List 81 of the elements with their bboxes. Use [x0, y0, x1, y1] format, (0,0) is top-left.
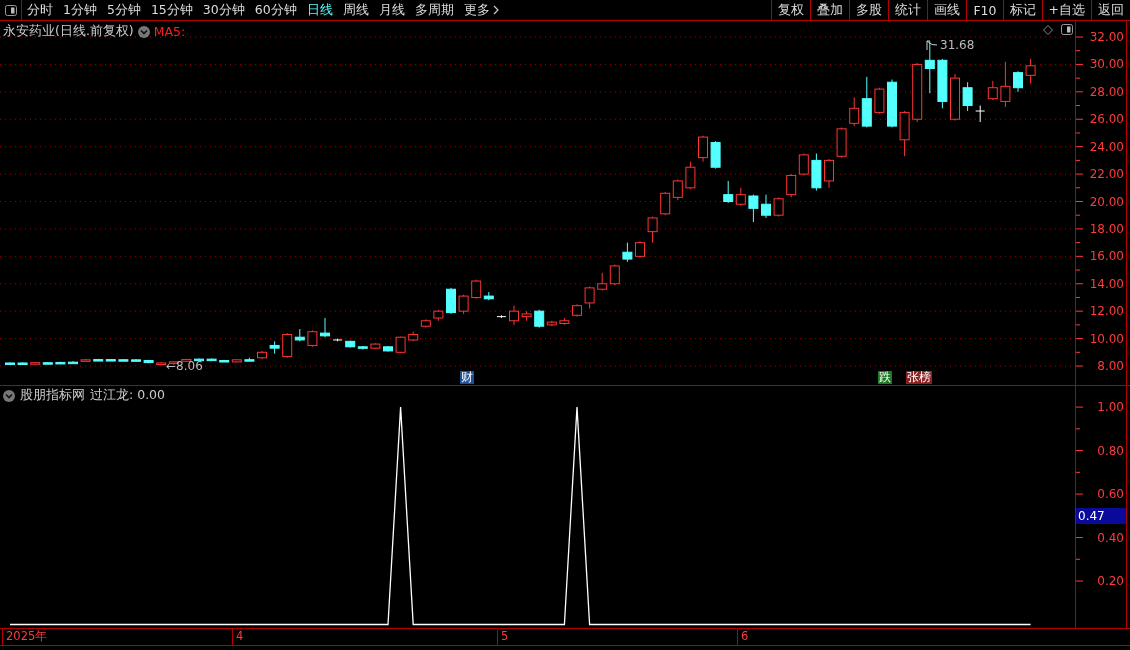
price-axis-label: 20.00 — [1089, 194, 1124, 209]
price-axis-label: 14.00 — [1089, 276, 1124, 291]
candlestick — [446, 287, 456, 315]
toolbar-button[interactable]: 多股 — [849, 0, 889, 20]
period-tab[interactable]: 分时 — [22, 0, 58, 20]
price-axis-label: 18.00 — [1089, 221, 1124, 236]
period-tab[interactable]: 更多 — [458, 0, 504, 20]
candlestick — [748, 194, 759, 223]
period-tab[interactable]: 多周期 — [409, 0, 459, 20]
toolbar-button[interactable]: F10 — [966, 0, 1003, 20]
price-axis-label: 26.00 — [1089, 112, 1124, 127]
date-axis-label: 4 — [232, 629, 244, 645]
collapse-icon[interactable] — [137, 25, 150, 38]
candlestick — [786, 173, 797, 198]
chevron-right-icon — [492, 5, 499, 15]
period-tab[interactable]: 60分钟 — [249, 0, 302, 20]
stock-title: 永安药业(日线.前复权) — [3, 23, 134, 40]
period-tab[interactable]: 日线 — [301, 0, 338, 20]
flag-arrow-icon — [926, 40, 938, 50]
indicator-label: MA5: — [153, 24, 186, 39]
panel-toggle-icon[interactable] — [4, 4, 17, 16]
candlestick — [584, 285, 595, 309]
candlestick — [698, 135, 708, 163]
candlestick — [987, 80, 998, 101]
candlestick — [685, 161, 696, 190]
price-axis-label: 10.00 — [1089, 331, 1124, 346]
date-axis-label: 2025年 — [2, 629, 48, 645]
toolbar-button[interactable]: 画线 — [927, 0, 967, 20]
indicator-reading: 过江龙: 0.00 — [90, 387, 166, 404]
toolbar-button[interactable]: +自选 — [1041, 0, 1091, 20]
low-price-marker: ←8.06 — [166, 359, 203, 373]
price-axis-label: 28.00 — [1089, 84, 1124, 99]
candlestick — [1013, 70, 1023, 93]
price-axis-label: 16.00 — [1089, 249, 1124, 264]
event-badge[interactable]: 跌 — [878, 371, 892, 384]
period-tab[interactable]: 1分钟 — [58, 0, 102, 20]
candlestick — [761, 194, 771, 219]
candlestick — [320, 317, 330, 338]
indicator-axis-label: 1.00 — [1097, 400, 1124, 415]
price-axis-label: 8.00 — [1097, 359, 1124, 373]
panel-toggle-icon[interactable] — [1061, 24, 1073, 35]
period-tab[interactable]: 30分钟 — [197, 0, 250, 20]
indicator-axis-label: 0.40 — [1097, 530, 1124, 545]
candlestick — [874, 87, 885, 115]
price-axis-label: 30.00 — [1089, 57, 1124, 72]
candlestick — [660, 191, 671, 216]
date-axis-label: 5 — [497, 629, 509, 645]
period-tab[interactable]: 15分钟 — [145, 0, 198, 20]
price-axis-label: 24.00 — [1089, 139, 1124, 154]
indicator-axis-label: 0.80 — [1097, 443, 1124, 458]
current-value-label: 0.47 — [1076, 508, 1126, 524]
indicator-source: 股朋指标网 — [20, 387, 85, 404]
date-axis-label: 6 — [737, 629, 749, 645]
price-axis-label: 12.00 — [1089, 304, 1124, 319]
candlestick — [723, 180, 734, 204]
toolbar-button[interactable]: 复权 — [771, 0, 811, 20]
toolbar-button[interactable]: 标记 — [1002, 0, 1042, 20]
high-price-marker: 31.68 — [940, 38, 975, 52]
candlestick — [824, 158, 834, 189]
indicator-axis-label: 0.60 — [1097, 487, 1124, 502]
candlestick — [509, 305, 519, 326]
candlestick — [962, 81, 973, 112]
candlestick — [647, 216, 658, 244]
price-axis-label: 32.00 — [1089, 30, 1124, 44]
toolbar-button[interactable]: 叠加 — [810, 0, 850, 20]
toolbar-button[interactable]: 返回 — [1091, 0, 1130, 20]
price-axis-label: 22.00 — [1089, 167, 1124, 182]
candlestick — [773, 196, 784, 218]
period-tab[interactable]: 月线 — [373, 0, 410, 20]
candlestick — [849, 96, 860, 127]
event-badge[interactable]: 财 — [460, 371, 474, 384]
toolbar-button[interactable]: 统计 — [888, 0, 928, 20]
candlestick — [1000, 61, 1011, 108]
candlestick — [1025, 58, 1036, 85]
period-tab[interactable]: 周线 — [337, 0, 374, 20]
candlestick — [282, 332, 293, 359]
candlestick — [622, 242, 633, 263]
event-badge[interactable]: 张榜 — [906, 371, 932, 384]
collapse-icon[interactable] — [3, 389, 15, 402]
period-tab[interactable]: 5分钟 — [101, 0, 146, 20]
indicator-axis-label: 0.20 — [1097, 574, 1124, 589]
